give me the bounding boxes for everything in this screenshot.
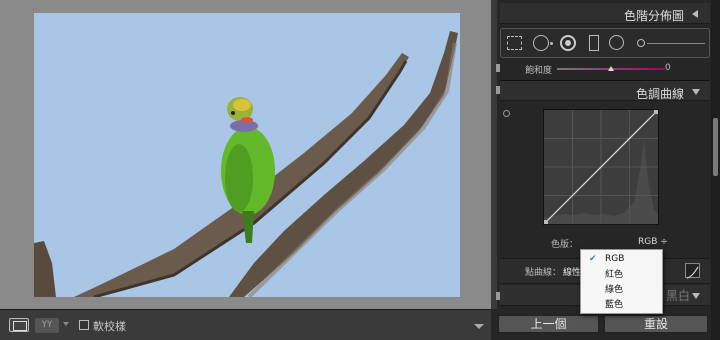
collapse-down-icon[interactable] <box>692 293 700 299</box>
previous-button[interactable]: 上一個 <box>498 315 599 333</box>
dropdown-item-label: RGB <box>605 254 625 264</box>
saturation-value: 0 <box>665 63 671 73</box>
collapse-left-icon[interactable] <box>692 10 698 18</box>
checkmark-icon: ✔ <box>589 254 597 264</box>
channel-label: 色版： <box>551 240 579 250</box>
bottom-toolbar: YY 軟校樣 <box>0 309 491 340</box>
photo-preview[interactable] <box>34 13 460 297</box>
bird-photo <box>34 13 460 297</box>
dropdown-item-blue[interactable]: 藍色 <box>581 298 662 313</box>
saturation-label: 飽和度 <box>525 66 553 76</box>
tone-curve-title: 色調曲線 <box>635 87 684 101</box>
target-adjust-icon[interactable] <box>503 110 510 117</box>
dropdown-item-label: 綠色 <box>605 285 624 295</box>
red-eye-icon[interactable] <box>560 35 576 51</box>
panel-edge-marker <box>496 86 500 94</box>
compare-dropdown-caret[interactable] <box>63 322 69 326</box>
panel-edge-marker <box>496 64 500 72</box>
channel-dropdown-menu: ✔ RGB 紅色 綠色 藍色 <box>580 249 663 314</box>
radial-filter-icon[interactable] <box>609 35 624 50</box>
adjustment-brush-slider[interactable] <box>647 43 705 44</box>
spot-removal-icon[interactable] <box>533 35 549 51</box>
black-white-title: 黑白 <box>666 289 691 303</box>
dropdown-item-label: 紅色 <box>605 270 624 280</box>
toolbar-menu-icon[interactable] <box>474 324 484 329</box>
point-curve-label: 點曲線： <box>525 268 562 278</box>
panel-scrollbar-thumb[interactable] <box>713 118 718 176</box>
graduated-filter-icon[interactable] <box>589 35 599 51</box>
softproof-checkbox[interactable] <box>79 320 89 330</box>
tone-curve-header[interactable]: 色調曲線 <box>500 80 710 101</box>
channel-select[interactable]: RGB ÷ <box>638 237 668 247</box>
panel-divider <box>491 0 497 309</box>
adjustment-brush-icon[interactable] <box>637 39 645 47</box>
app-window: YY 軟校樣 色階分佈圖 飽和度 0 色調曲線 色版： RGB ÷ 點曲線： 線… <box>0 0 720 340</box>
dropdown-item-label: 藍色 <box>605 300 624 310</box>
dropdown-item-red[interactable]: 紅色 <box>581 268 662 283</box>
point-curve-edit-icon[interactable] <box>685 263 700 279</box>
tool-strip <box>500 28 710 58</box>
tone-curve-svg <box>544 110 658 224</box>
panel-edge-marker <box>496 292 500 300</box>
crop-icon[interactable] <box>507 36 522 50</box>
saturation-slider-knob[interactable] <box>608 66 614 71</box>
reset-button[interactable]: 重設 <box>604 315 708 333</box>
softproof-label: 軟校樣 <box>93 320 126 333</box>
point-curve-select[interactable]: 線性 <box>563 265 581 278</box>
dropdown-item-rgb[interactable]: ✔ RGB <box>581 252 662 267</box>
histogram-title: 色階分佈圖 <box>623 9 684 23</box>
image-canvas <box>0 0 491 309</box>
view-mode-icon[interactable] <box>9 318 29 332</box>
tone-curve-graph[interactable] <box>543 109 659 225</box>
histogram-header[interactable]: 色階分佈圖 <box>500 3 710 24</box>
dropdown-item-green[interactable]: 綠色 <box>581 283 662 298</box>
collapse-down-icon[interactable] <box>692 89 700 95</box>
compare-icon[interactable]: YY <box>35 318 59 333</box>
spot-removal-dot-icon <box>550 42 553 45</box>
